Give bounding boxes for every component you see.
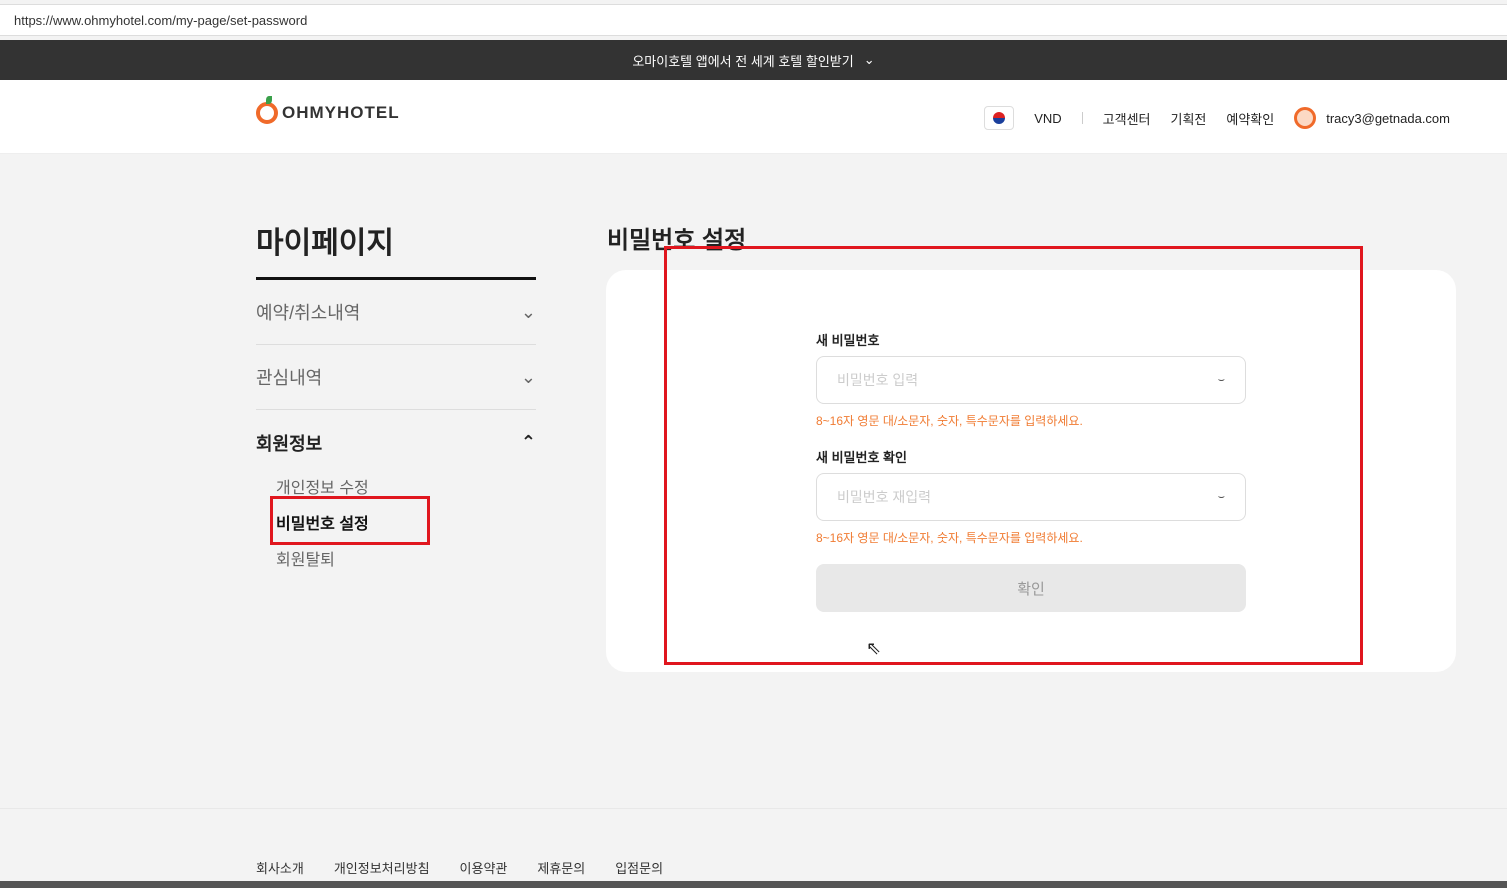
footer-link-privacy[interactable]: 개인정보처리방침 xyxy=(334,858,430,877)
sidebar-item-label: 예약/취소내역 xyxy=(256,303,361,323)
korea-flag-icon[interactable] xyxy=(984,106,1015,130)
nav-customer-center[interactable]: 고객센터 xyxy=(1103,109,1151,128)
divider xyxy=(1081,112,1083,124)
banner-text: 오마이호텔 앱에서 전 세계 호텔 할인받기 xyxy=(632,53,854,69)
footer-link-partnership[interactable]: 제휴문의 xyxy=(537,858,585,877)
address-bar[interactable]: https://www.ohmyhotel.com/my-page/set-pa… xyxy=(0,4,1507,36)
user-email[interactable]: tracy3@getnada.com xyxy=(1326,111,1450,126)
sidebar-item-label: 관심내역 xyxy=(256,368,323,388)
chevron-down-icon: ⌄ xyxy=(520,301,536,322)
sidebar-sub-edit-profile[interactable]: 개인정보 수정 xyxy=(276,474,369,498)
footer-links: 회사소개 개인정보처리방침 이용약관 제휴문의 입점문의 xyxy=(256,858,663,877)
avatar[interactable] xyxy=(1294,107,1317,129)
sidebar-item-label: 회원정보 xyxy=(256,433,323,454)
sidebar-item-bookings[interactable]: 예약/취소내역 ⌄ xyxy=(256,280,536,345)
sidebar-title: 마이페이지 xyxy=(256,227,394,260)
app-banner[interactable]: 오마이호텔 앱에서 전 세계 호텔 할인받기 ⌄ xyxy=(0,40,1507,80)
chevron-down-icon: ⌄ xyxy=(520,366,536,387)
nav-booking-check[interactable]: 예약확인 xyxy=(1226,109,1274,128)
footer-link-terms[interactable]: 이용약관 xyxy=(460,858,508,877)
site-header: OHMYHOTEL VND 고객센터 기획전 예약확인 tracy3@getna… xyxy=(0,80,1507,154)
chevron-up-icon: ⌃ xyxy=(520,432,536,452)
sidebar-sub-withdraw[interactable]: 회원탈퇴 xyxy=(276,546,335,570)
currency-selector[interactable]: VND xyxy=(1034,111,1061,126)
divider xyxy=(0,808,1507,809)
header-nav: VND 고객센터 기획전 예약확인 tracy3@getnada.com xyxy=(984,106,1450,130)
url-text: https://www.ohmyhotel.com/my-page/set-pa… xyxy=(14,13,308,28)
footer-bottom-bar xyxy=(0,881,1507,888)
footer-link-about[interactable]: 회사소개 xyxy=(256,858,304,877)
sidebar-item-member-info[interactable]: 회원정보 ⌃ xyxy=(256,410,536,475)
logo-text: OHMYHOTEL xyxy=(282,103,400,122)
footer-link-listing[interactable]: 입점문의 xyxy=(615,858,663,877)
chevron-down-icon: ⌄ xyxy=(863,52,875,67)
nav-promotions[interactable]: 기획전 xyxy=(1171,109,1207,128)
logo[interactable]: OHMYHOTEL xyxy=(256,96,400,124)
sidebar-item-favorites[interactable]: 관심내역 ⌄ xyxy=(256,345,536,410)
highlight-box xyxy=(664,246,1363,665)
orange-logo-icon xyxy=(256,96,278,124)
highlight-box xyxy=(270,496,430,545)
mouse-cursor-icon: ⇖ xyxy=(866,638,882,658)
